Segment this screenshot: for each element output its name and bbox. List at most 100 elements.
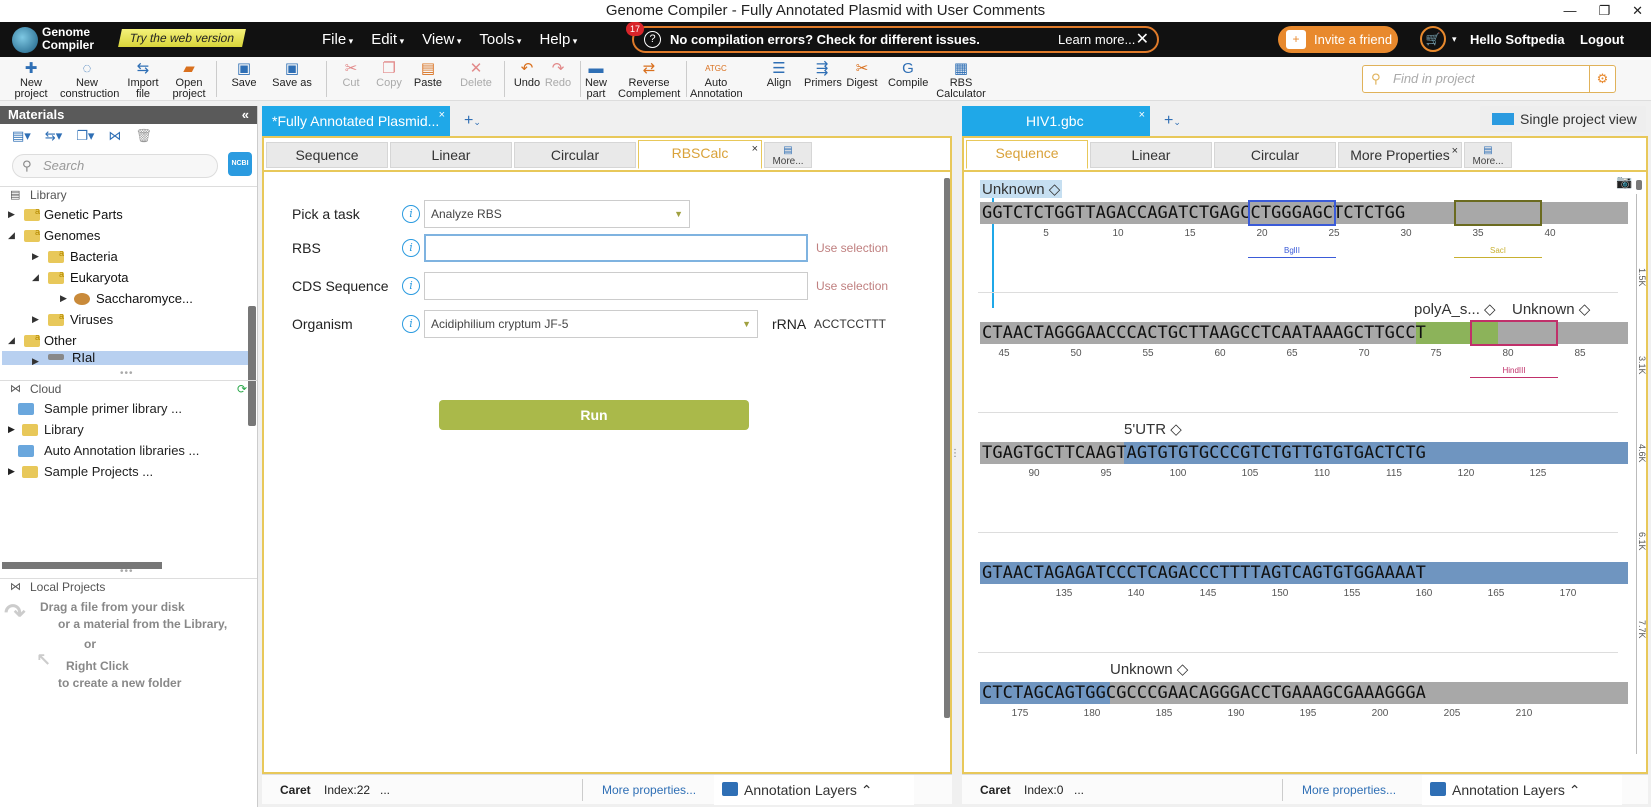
doc-tab-plasmid[interactable]: *Fully Annotated Plasmid... × <box>262 106 450 136</box>
close-window-icon[interactable]: ✕ <box>1632 0 1643 22</box>
undo-button[interactable]: ↶ Undo <box>512 60 542 89</box>
splitter-handle[interactable]: ••• <box>120 368 134 379</box>
logout-button[interactable]: Logout <box>1580 22 1624 57</box>
tree-item-eukaryota[interactable]: ◢Eukaryota <box>0 264 248 288</box>
cloud-section-header[interactable]: ⋈ Cloud ⟳ <box>0 380 257 396</box>
copy-button[interactable]: ❐ Copy <box>374 60 404 89</box>
hindiii-site-box[interactable] <box>1470 320 1558 346</box>
invite-friend-button[interactable]: + Invite a friend <box>1278 26 1398 53</box>
materials-search-input[interactable]: ⚲ Search <box>12 154 218 178</box>
import-file-button[interactable]: ⇆ Import file <box>126 60 160 100</box>
learn-more-link[interactable]: Learn more... <box>1058 28 1135 51</box>
chevron-down-icon[interactable]: ▾ <box>1452 22 1457 57</box>
new-construction-button[interactable]: ◌ New construction <box>60 60 119 100</box>
status-more-dots[interactable]: ... <box>1074 775 1084 805</box>
cds-use-selection-link[interactable]: Use selection <box>816 272 888 300</box>
compile-button[interactable]: G Compile <box>888 60 928 89</box>
trash-icon[interactable]: 🗑 <box>135 128 152 146</box>
align-button[interactable]: ☰ Align <box>764 60 794 89</box>
share-icon[interactable]: ⋈ <box>108 128 121 146</box>
sequence-bar[interactable]: CTCTAGCAGTGGCGCCCGAACAGGGACCTGAAAGCGAAAG… <box>980 682 1628 704</box>
enzyme-hindiii[interactable]: HindIII <box>1470 366 1558 378</box>
bglii-site-box[interactable] <box>1248 200 1336 226</box>
cloud-hscrollbar[interactable] <box>2 562 162 569</box>
menu-view[interactable]: View <box>422 22 461 57</box>
splitter-handle[interactable]: ••• <box>120 566 134 577</box>
info-icon[interactable]: i <box>402 277 420 295</box>
open-project-button[interactable]: ▰ Open project <box>172 60 206 100</box>
menu-edit[interactable]: Edit <box>371 22 404 57</box>
feature-label-unknown[interactable]: Unknown ◇ <box>1512 300 1590 318</box>
feature-label-unknown[interactable]: Unknown ◇ <box>980 180 1063 198</box>
rbs-use-selection-link[interactable]: Use selection <box>816 234 888 262</box>
maximize-icon[interactable]: ❐ <box>1598 0 1610 22</box>
new-part-button[interactable]: ▬ New part <box>584 60 608 100</box>
tree-item-rial[interactable]: ▶ RIal <box>2 351 248 365</box>
organism-select[interactable]: Acidiphilium cryptum JF-5 ▼ <box>424 310 758 338</box>
tab-more-properties[interactable]: More Properties × <box>1338 142 1462 168</box>
more-tabs-button[interactable]: ▤ More... <box>764 142 812 168</box>
tab-linear[interactable]: Linear <box>1090 142 1212 168</box>
duplicate-icon[interactable]: ❐▾ <box>76 128 94 146</box>
rbs-calculator-button[interactable]: ▦ RBS Calculator <box>936 60 986 100</box>
tree-item-bacteria[interactable]: ▶Bacteria <box>0 243 248 267</box>
digest-button[interactable]: ✂ Digest <box>846 60 878 89</box>
cart-icon[interactable]: 🛒 <box>1420 26 1446 52</box>
tab-circular[interactable]: Circular <box>514 142 636 168</box>
tree-item-genomes[interactable]: ◢Genomes <box>0 222 248 246</box>
pane-splitter-handle[interactable]: ⋮ <box>950 448 960 459</box>
tab-sequence[interactable]: Sequence <box>266 142 388 168</box>
close-tab-icon[interactable]: × <box>1452 139 1458 163</box>
info-icon[interactable]: i <box>402 315 420 333</box>
status-more-dots[interactable]: ... <box>380 775 390 805</box>
cut-button[interactable]: ✂ Cut <box>338 60 364 89</box>
tree-item-other[interactable]: ◢Other <box>0 327 248 351</box>
sequence-view[interactable]: Unknown ◇ GGTCTCTGGTTAGACCAGATCTGAGCCTGG… <box>978 180 1638 740</box>
sequence-scrollbar-thumb[interactable] <box>1636 180 1642 190</box>
cloud-item-library[interactable]: ▶ Library <box>0 419 250 440</box>
tab-linear[interactable]: Linear <box>390 142 512 168</box>
saci-site-box[interactable] <box>1454 200 1542 226</box>
doc-tab-hiv1[interactable]: HIV1.gbc × <box>962 106 1150 136</box>
import-icon[interactable]: ⇆▾ <box>45 128 62 146</box>
close-tab-icon[interactable]: × <box>752 137 758 161</box>
more-tabs-button[interactable]: ▤ More... <box>1464 142 1512 168</box>
feature-label-5utr[interactable]: 5'UTR ◇ <box>1124 420 1182 438</box>
enzyme-saci[interactable]: SacI <box>1454 246 1542 258</box>
sequence-bar[interactable]: GTAACTAGAGATCCCTCAGACCCTTTTAGTCAGTGTGGAA… <box>980 562 1628 584</box>
gear-icon[interactable]: ⚙ <box>1589 66 1615 92</box>
primers-button[interactable]: ⇶ Primers <box>804 60 842 89</box>
tab-circular[interactable]: Circular <box>1214 142 1336 168</box>
menu-file[interactable]: File <box>322 22 353 57</box>
close-tab-icon[interactable]: × <box>439 100 445 130</box>
redo-button[interactable]: ↷ Redo <box>544 60 572 89</box>
cloud-item-primer-library[interactable]: Sample primer library ... <box>0 398 250 419</box>
tab-sequence[interactable]: Sequence <box>966 140 1088 169</box>
find-in-project-input[interactable]: ⚲ Find in project ⚙ <box>1362 65 1616 93</box>
add-tab-icon[interactable]: +⌄ <box>464 112 481 130</box>
minimize-icon[interactable]: — <box>1563 0 1576 22</box>
auto-annotation-button[interactable]: ATGC Auto Annotation <box>690 60 743 100</box>
menu-help[interactable]: Help <box>539 22 577 57</box>
enzyme-bglii[interactable]: BglII <box>1248 246 1336 258</box>
annotation-layers-button[interactable]: Annotation Layers ⌃ <box>714 775 914 805</box>
save-button[interactable]: ▣ Save <box>230 60 258 89</box>
tree-item-saccharomyces[interactable]: ▶ Saccharomyce... <box>0 288 248 309</box>
task-select[interactable]: Analyze RBS ▼ <box>424 200 690 228</box>
sequence-bar[interactable]: TGAGTGCTTCAAGTAGTGTGTGCCCGTCTGTTGTGTGACT… <box>980 442 1628 464</box>
refresh-icon[interactable]: ⟳ <box>237 381 247 397</box>
rbs-input[interactable] <box>424 234 808 262</box>
info-icon[interactable]: i <box>402 239 420 257</box>
close-tab-icon[interactable]: × <box>1139 100 1145 130</box>
annotation-layers-button[interactable]: Annotation Layers ⌃ <box>1422 775 1622 805</box>
run-button[interactable]: Run <box>439 400 749 430</box>
add-tab-icon[interactable]: +⌄ <box>1164 112 1181 130</box>
paste-button[interactable]: ▤ Paste <box>412 60 444 89</box>
genome-compiler-logo[interactable]: Genome Compiler Try the web version <box>8 24 248 55</box>
delete-button[interactable]: ✕ Delete <box>458 60 494 89</box>
local-projects-section-header[interactable]: ⋈ Local Projects <box>0 578 257 594</box>
new-project-button[interactable]: ✚ New project <box>14 60 48 100</box>
close-icon[interactable]: ✕ <box>1136 28 1149 51</box>
library-section-header[interactable]: ▤ Library <box>0 186 257 202</box>
new-folder-icon[interactable]: ▤▾ <box>12 128 31 146</box>
